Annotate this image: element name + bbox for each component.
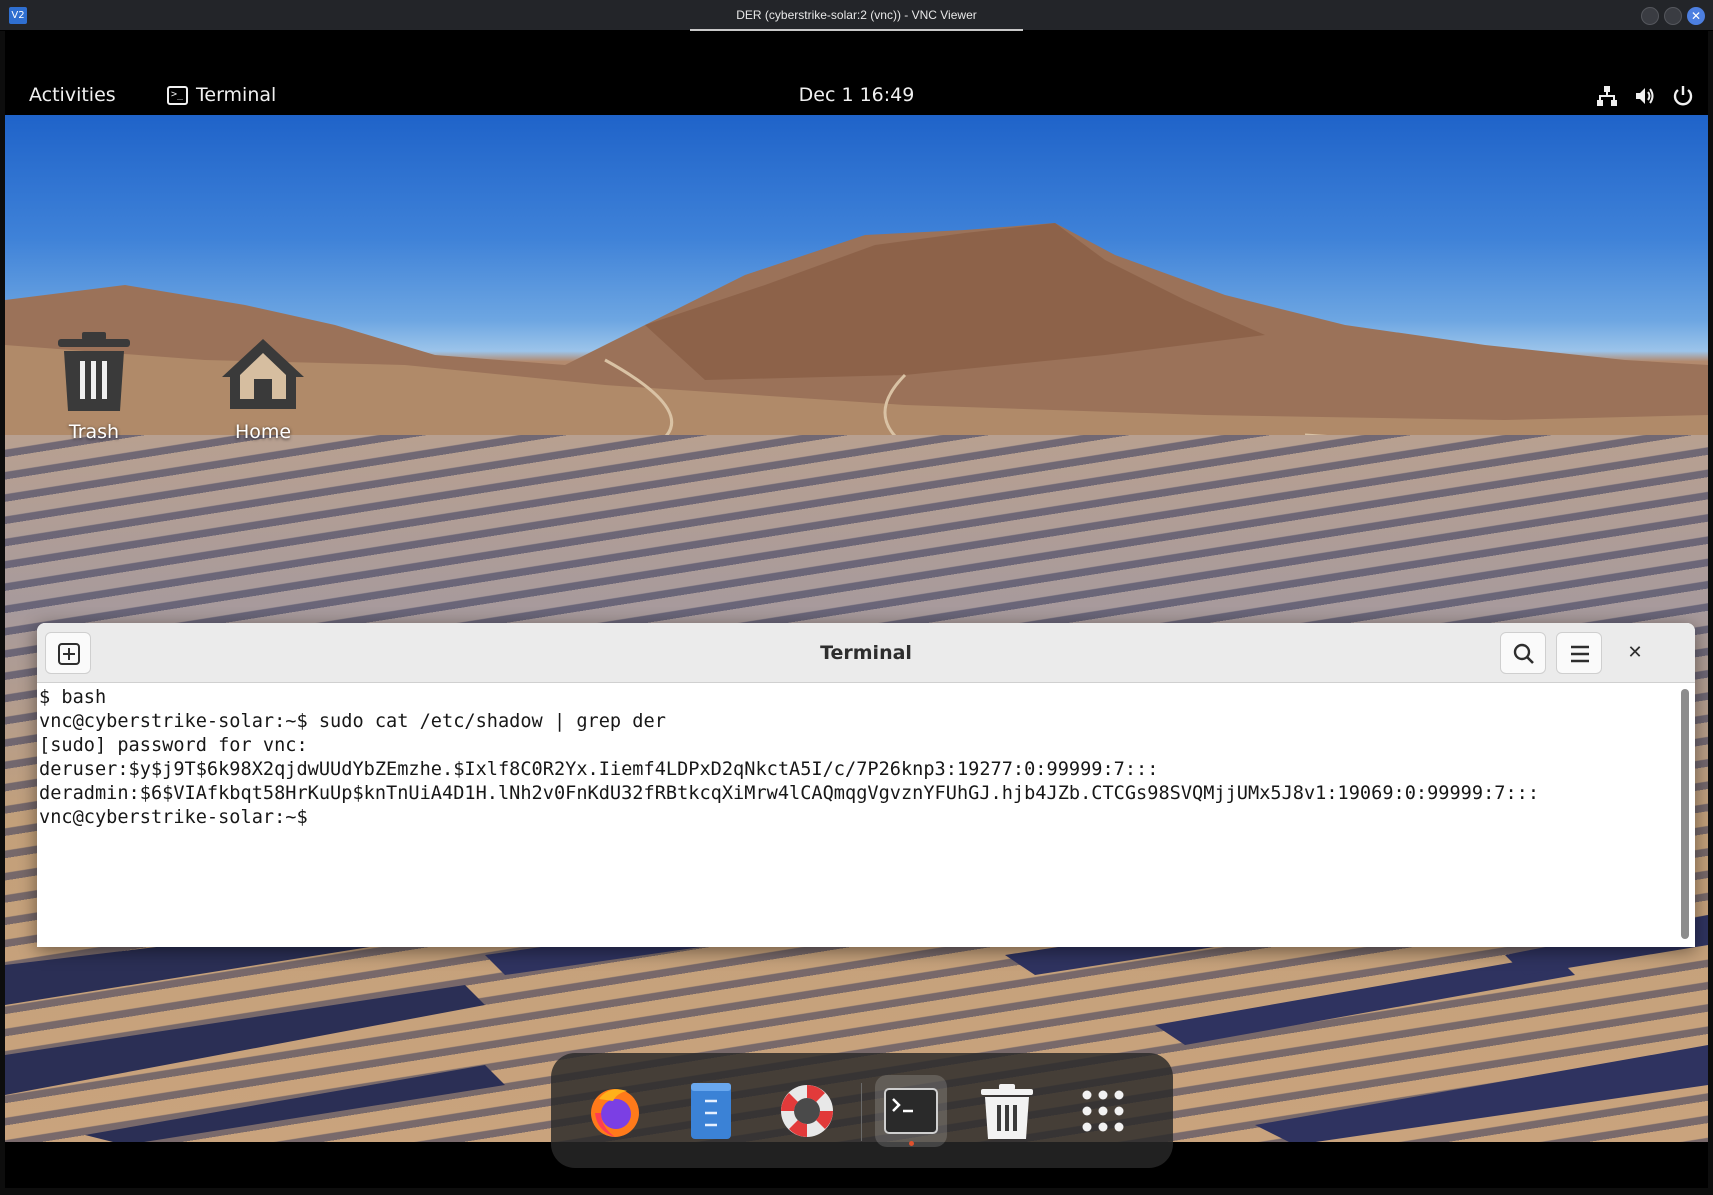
desktop-trash[interactable]: Trash [39, 331, 149, 443]
terminal-icon [884, 1088, 938, 1134]
window-title: DER (cyberstrike-solar:2 (vnc)) - VNC Vi… [736, 8, 977, 22]
desktop-home[interactable]: Home [208, 335, 318, 443]
trash-icon [58, 332, 130, 411]
terminal-prompt-line[interactable]: vnc@cyberstrike-solar:~$ [39, 806, 1655, 830]
app-grid-icon [1082, 1090, 1124, 1132]
vnc-titlebar: V2 DER (cyberstrike-solar:2 (vnc)) - VNC… [0, 0, 1713, 31]
desktop-trash-label: Trash [68, 421, 120, 443]
home-icon [222, 339, 304, 409]
maximize-button[interactable] [1664, 7, 1682, 25]
minimize-button[interactable] [1641, 7, 1659, 25]
gnome-top-bar: Activities >_ Terminal Dec 1 16:49 [5, 79, 1708, 115]
help-icon [781, 1085, 833, 1137]
files-icon [691, 1083, 731, 1139]
search-button[interactable] [1500, 632, 1546, 674]
system-tray[interactable] [1596, 85, 1694, 107]
terminal-window[interactable]: Terminal ✕ $ bash vnc@cyberstrike-solar:~… [37, 623, 1695, 947]
power-icon[interactable] [1672, 85, 1694, 107]
volume-icon[interactable] [1634, 85, 1656, 107]
desktop-home-label: Home [234, 421, 292, 443]
hamburger-icon [1571, 645, 1589, 663]
terminal-line: deruser:$y$j9T$6k98X2qjdwUUdYbZEmzhe.$Ix… [39, 759, 1159, 780]
clock[interactable]: Dec 1 16:49 [5, 84, 1708, 106]
hamburger-menu-button[interactable] [1556, 632, 1602, 674]
terminal-scrollbar[interactable] [1681, 689, 1689, 939]
close-terminal-button[interactable]: ✕ [1612, 632, 1658, 674]
terminal-line: deradmin:$6$VIAfkbqt58HrKuUp$knTnUiA4D1H… [39, 783, 1540, 804]
dock [551, 1053, 1173, 1168]
dock-help[interactable] [771, 1075, 843, 1147]
network-icon[interactable] [1596, 85, 1618, 107]
running-indicator [909, 1141, 914, 1146]
terminal-title: Terminal [820, 642, 912, 664]
dock-separator [861, 1083, 862, 1141]
dock-files[interactable] [675, 1075, 747, 1147]
firefox-icon [591, 1089, 639, 1137]
trash-icon [981, 1084, 1033, 1139]
terminal-line: $ bash [39, 687, 107, 708]
dock-firefox[interactable] [579, 1075, 651, 1147]
close-window-button[interactable]: ✕ [1687, 7, 1705, 25]
dock-terminal[interactable] [875, 1075, 947, 1147]
terminal-headerbar[interactable]: Terminal ✕ [37, 623, 1695, 683]
terminal-output[interactable]: $ bash vnc@cyberstrike-solar:~$ sudo cat … [37, 684, 1657, 947]
dock-trash[interactable] [971, 1075, 1043, 1147]
search-icon [1513, 643, 1534, 664]
terminal-line: [sudo] password for vnc: [39, 735, 308, 756]
dock-app-grid[interactable] [1067, 1075, 1139, 1147]
terminal-line: vnc@cyberstrike-solar:~$ sudo cat /etc/s… [39, 711, 666, 732]
remote-screen[interactable]: Activities >_ Terminal Dec 1 16:49 Trash… [5, 31, 1708, 1188]
